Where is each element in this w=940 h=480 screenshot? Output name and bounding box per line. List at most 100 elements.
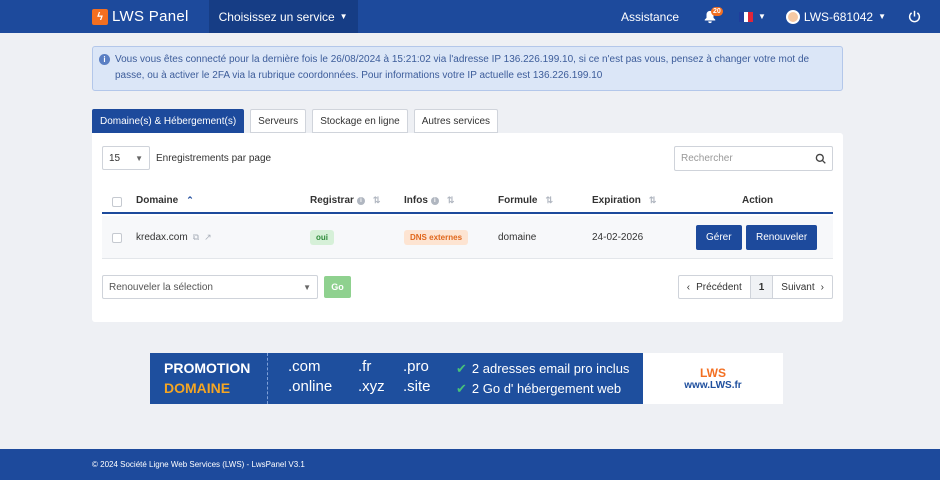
column-formule[interactable]: Formule ⇅ <box>498 195 553 206</box>
chevron-down-icon: ▼ <box>135 153 143 163</box>
row-checkbox[interactable] <box>112 216 122 259</box>
french-flag-icon <box>739 11 754 22</box>
pagination: ‹ Précédent 1 Suivant › <box>677 275 833 299</box>
logo-text: LWS Panel <box>112 8 189 25</box>
table-row: kredax.com ⧉ ↗ oui DNS externes domaine … <box>102 216 833 259</box>
tld: .fr <box>358 358 372 375</box>
assistance-link[interactable]: Assistance <box>609 10 691 24</box>
tld: .site <box>403 378 431 395</box>
info-icon: i <box>99 54 110 65</box>
select-all-checkbox[interactable] <box>112 197 122 207</box>
column-formule-label: Formule <box>498 195 538 206</box>
promo-features: ✔ 2 adresses email pro inclus ✔ 2 Go d' hé… <box>448 353 643 404</box>
promo-logo-text: LWS <box>700 366 726 380</box>
info-icon: i <box>356 196 365 205</box>
tab-servers[interactable]: Serveurs <box>250 109 307 133</box>
promo-title: PROMOTION DOMAINE <box>150 353 268 404</box>
column-expiration-label: Expiration <box>592 195 641 206</box>
domains-panel: 15 ▼ Enregistrements par page Rechercher… <box>92 133 843 322</box>
formule-cell: domaine <box>498 232 537 243</box>
footer-copyright: © 2024 Société Ligne Web Services (LWS) … <box>92 460 305 469</box>
renew-cell: Renouveler <box>746 216 818 259</box>
external-link-icon[interactable]: ↗ <box>204 232 212 243</box>
infos-cell: DNS externes <box>404 216 469 259</box>
search-input[interactable]: Rechercher <box>674 146 833 171</box>
search-placeholder: Rechercher <box>681 153 733 164</box>
promo-logo: LWS www.LWS.fr <box>643 353 783 404</box>
column-infos[interactable]: Infos i ⇅ <box>404 195 454 206</box>
column-infos-label: Infos <box>404 195 428 206</box>
user-id: LWS-681042 <box>803 9 874 24</box>
go-button[interactable]: Go <box>324 276 351 298</box>
lws-logo-icon: ϟ <box>92 8 108 25</box>
copy-icon[interactable]: ⧉ <box>193 232 199 243</box>
user-menu[interactable]: LWS-681042 ▼ <box>776 9 896 24</box>
manage-cell: Gérer <box>696 216 742 259</box>
info-icon: i <box>430 196 439 205</box>
tld: .pro <box>403 358 429 375</box>
table-header: Domaine ⌃ Registrar i ⇅ Infos i ⇅ Formul… <box>102 189 833 214</box>
promo-url: www.LWS.fr <box>684 380 742 391</box>
previous-label: Précédent <box>696 281 742 293</box>
service-menu-label: Choisissez un service <box>218 9 335 24</box>
tab-other-services[interactable]: Autres services <box>413 109 499 133</box>
power-icon <box>908 10 920 23</box>
promo-tld-list: .com .fr .pro .online .xyz .site <box>268 353 448 404</box>
per-page-select[interactable]: 15 ▼ <box>102 146 150 170</box>
sort-up-icon: ⌃ <box>186 195 194 205</box>
dns-badge: DNS externes <box>404 230 469 245</box>
tld: .online <box>288 378 333 395</box>
bulk-action-select[interactable]: Renouveler la sélection ▼ <box>102 275 318 299</box>
chevron-left-icon: ‹ <box>686 281 691 293</box>
promo-feature: 2 Go d' hébergement web <box>471 381 622 396</box>
sort-icon: ⇅ <box>446 195 455 205</box>
column-registrar-label: Registrar <box>310 195 354 206</box>
promo-banner[interactable]: PROMOTION DOMAINE .com .fr .pro .online … <box>150 353 783 404</box>
per-page-control: 15 ▼ Enregistrements par page <box>102 146 271 170</box>
column-domain-label: Domaine <box>136 195 179 206</box>
footer: © 2024 Société Ligne Web Services (LWS) … <box>0 449 940 480</box>
alert-text: Vous vous êtes connecté pour la dernière… <box>115 54 810 81</box>
next-page-button[interactable]: Suivant › <box>773 276 832 298</box>
per-page-value: 15 <box>109 152 121 164</box>
column-action: Action <box>742 195 773 206</box>
promo-line2: DOMAINE <box>164 380 231 396</box>
chevron-down-icon: ▼ <box>339 12 348 21</box>
logout-button[interactable] <box>896 0 932 33</box>
search-icon[interactable] <box>815 153 826 164</box>
tld: .xyz <box>358 378 385 395</box>
chevron-down-icon: ▼ <box>758 12 766 21</box>
domain-cell: kredax.com ⧉ ↗ <box>136 216 212 259</box>
column-action-label: Action <box>742 195 774 206</box>
service-menu-dropdown[interactable]: Choisissez un service ▼ <box>208 0 358 33</box>
expiration-cell: 24-02-2026 <box>592 232 644 243</box>
lws-logo[interactable]: ϟ LWS Panel <box>92 0 189 33</box>
promo-feature: 2 adresses email pro inclus <box>471 361 630 376</box>
manage-button[interactable]: Gérer <box>696 225 742 250</box>
column-expiration[interactable]: Expiration ⇅ <box>592 195 656 206</box>
per-page-label: Enregistrements par page <box>156 152 272 164</box>
column-domain[interactable]: Domaine ⌃ <box>136 195 194 206</box>
registrar-cell: oui <box>310 216 334 259</box>
chevron-right-icon: › <box>820 281 824 293</box>
sort-icon: ⇅ <box>648 195 657 205</box>
service-tabs: Domaine(s) & Hébergement(s) Serveurs Sto… <box>92 109 499 133</box>
renew-button[interactable]: Renouveler <box>746 225 818 250</box>
notifications-button[interactable]: 20 <box>699 0 723 33</box>
check-icon: ✔ <box>456 381 467 396</box>
domain-name: kredax.com <box>136 232 188 243</box>
tab-domains-hosting[interactable]: Domaine(s) & Hébergement(s) <box>92 109 245 133</box>
language-selector[interactable]: ▼ <box>729 11 776 22</box>
login-info-alert: i Vous vous êtes connecté pour la derniè… <box>92 46 843 91</box>
tab-online-storage[interactable]: Stockage en ligne <box>312 109 408 133</box>
sort-icon: ⇅ <box>372 195 381 205</box>
bulk-action-label: Renouveler la sélection <box>109 281 213 293</box>
check-icon: ✔ <box>456 361 467 376</box>
current-page[interactable]: 1 <box>749 276 774 298</box>
tld: .com <box>288 358 321 375</box>
column-registrar[interactable]: Registrar i ⇅ <box>310 195 380 206</box>
previous-page-button[interactable]: ‹ Précédent <box>679 276 750 298</box>
chevron-down-icon: ▼ <box>878 12 886 21</box>
top-navbar: ϟ LWS Panel Choisissez un service ▼ Assi… <box>0 0 940 33</box>
notification-badge: 20 <box>711 7 723 16</box>
